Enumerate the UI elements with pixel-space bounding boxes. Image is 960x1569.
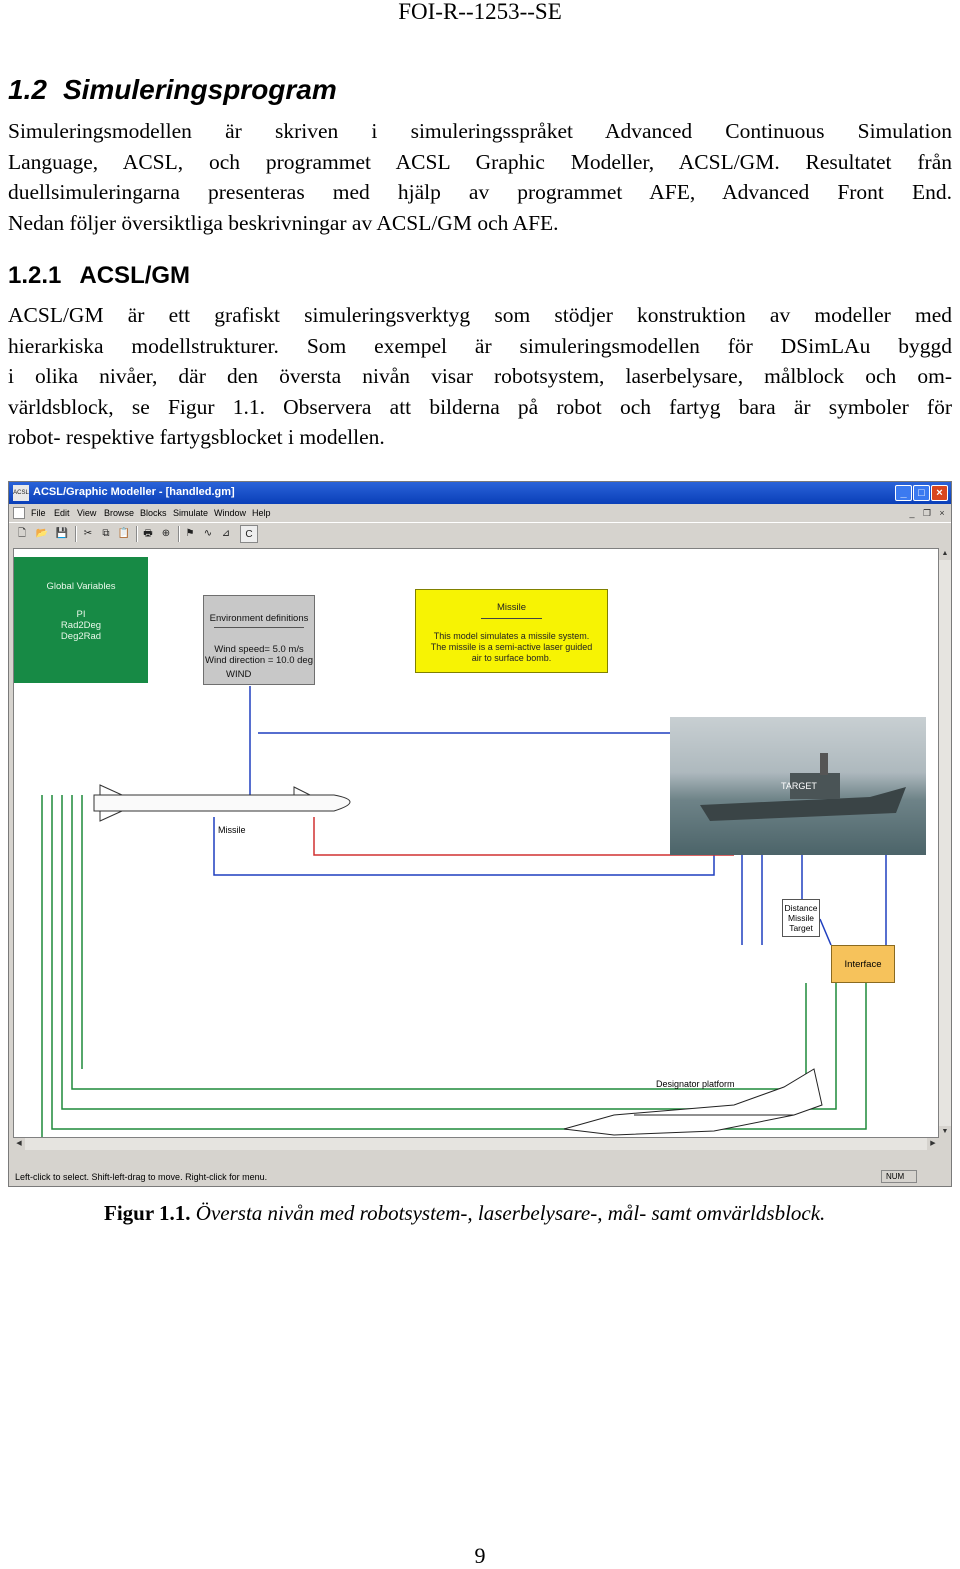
scroll-down-icon[interactable]: ▼ [939,1126,951,1138]
variable-item: PI [76,609,86,620]
target-label: TARGET [781,781,817,791]
plot-icon[interactable]: ∿ [199,525,217,543]
window-title: ACSL/Graphic Modeller - [handled.gm] [33,486,235,498]
paragraph-line: hierarkiska modellstrukturer. Som exempe… [8,333,952,358]
open-folder-icon[interactable]: 📂 [33,525,51,543]
environment-block[interactable]: Environment definitions Wind speed= 5.0 … [203,595,315,685]
paste-icon[interactable]: 📋 [115,525,133,543]
acsl-app-icon: ACSL [13,485,29,501]
new-file-icon[interactable]: 🗋 [13,525,31,543]
missile-description-block[interactable]: Missile This model simulates a missile s… [415,589,608,673]
variable-item: Rad2Deg [60,620,102,631]
missile-label: Missile [218,825,246,835]
page-number: 9 [474,1543,486,1568]
paragraph-line: i olika nivåer, där den översta nivån vi… [8,364,952,388]
c-button[interactable]: C [240,525,258,543]
environment-values: Wind speed= 5.0 m/s Wind direction = 10.… [204,644,314,666]
intro-paragraph: Simuleringsmodellen är skriven i simuler… [8,116,952,238]
paragraph-line: Language, ACSL, och programmet ACSL Grap… [8,149,952,174]
paragraph-line: ACSL/GM är ett grafiskt simuleringsverkt… [8,303,952,327]
scroll-left-icon[interactable]: ◀ [13,1138,25,1150]
variable-list: PI Rad2Deg Deg2Rad [14,609,148,642]
copy-icon[interactable]: ⧉ [97,525,115,543]
cut-icon[interactable]: ✂ [79,525,97,543]
distance-block[interactable]: Distance Missile Target [782,899,820,937]
menubar: File Edit View Browse Blocks Simulate Wi… [9,504,951,522]
distance-line: Distance [784,903,818,913]
connection-line [819,918,832,946]
variable-item: Deg2Rad [60,631,102,642]
mdi-close-icon[interactable]: × [935,507,949,519]
acsl-window-screenshot: ACSL ACSL/Graphic Modeller - [handled.gm… [8,481,952,1187]
description-line: This model simulates a missile system. [433,631,590,641]
document-icon [13,507,25,519]
block-title: Global Variables [46,581,116,592]
designator-label: Designator platform [656,1079,735,1089]
window-titlebar: ACSL ACSL/Graphic Modeller - [handled.gm… [9,482,951,504]
block-title: Environment definitions [209,613,309,624]
global-variables-block[interactable]: Global Variables PI Rad2Deg Deg2Rad [14,557,148,683]
description-line: The missile is a semi-active laser guide… [430,642,593,652]
scroll-up-icon[interactable]: ▲ [939,548,951,560]
section-heading: 1.2 Simuleringsprogram [8,74,337,106]
section-title: Simuleringsprogram [62,74,337,105]
zoom-icon[interactable]: ⊕ [157,525,175,543]
minimize-icon[interactable]: _ [895,485,912,501]
maximize-icon[interactable]: □ [913,485,930,501]
paragraph-line: världsblock, se Figur 1.1. Observera att… [8,394,952,419]
block-title: Missile [496,602,527,613]
statusbar: Left-click to select. Shift-left-drag to… [9,1168,951,1186]
menu-browse[interactable]: Browse [104,508,134,518]
menu-help[interactable]: Help [252,508,271,518]
run-icon[interactable]: ⚑ [181,525,199,543]
save-icon[interactable]: 💾 [53,525,71,543]
description-text: This model simulates a missile system. T… [416,631,607,664]
connection-line [213,817,715,876]
paragraph-line: duellsimuleringarna presenteras med hjäl… [8,180,952,204]
menu-blocks[interactable]: Blocks [140,508,167,518]
report-number-header: FOI-R--1253--SE [398,0,562,24]
horizontal-scrollbar[interactable]: ◀ ▶ [13,1138,939,1150]
menu-simulate[interactable]: Simulate [173,508,208,518]
print-icon[interactable]: 🖶 [139,525,157,543]
acslgm-paragraph: ACSL/GM är ett grafiskt simuleringsverkt… [8,300,952,453]
paragraph-line: Simuleringsmodellen är skriven i simuler… [8,119,952,143]
distance-line: Target [789,923,813,933]
mdi-minimize-icon[interactable]: _ [905,507,919,519]
paragraph-line: robot- respektive fartygsblocket i model… [8,425,385,449]
distance-line: Missile [788,913,814,923]
status-text: Left-click to select. Shift-left-drag to… [15,1172,268,1182]
caption-text: Översta nivån med robotsystem-, laserbel… [195,1201,826,1225]
divider [214,627,304,628]
section-number: 1.2 [8,74,47,105]
toolbar-separator [75,526,77,542]
figure-caption: Figur 1.1. Översta nivån med robotsystem… [104,1201,825,1226]
wind-direction: Wind direction = 10.0 deg [205,655,313,666]
interface-block[interactable]: Interface [831,945,895,983]
menu-edit[interactable]: Edit [54,508,70,518]
missile-symbol [93,784,351,822]
mdi-restore-icon[interactable]: ❐ [920,507,934,519]
toolbar-separator [136,526,138,542]
step-icon[interactable]: ⊿ [217,525,235,543]
toolbar: 🗋 📂 💾 ✂ ⧉ 📋 🖶 ⊕ ⚑ ∿ ⊿ C [9,522,951,545]
menu-window[interactable]: Window [214,508,246,518]
paragraph-line: Nedan följer översiktliga beskrivningar … [8,210,559,235]
scroll-right-icon[interactable]: ▶ [927,1138,939,1150]
close-icon[interactable]: × [931,485,948,501]
vertical-scrollbar[interactable]: ▲ ▼ [939,548,951,1138]
description-line: air to surface bomb. [471,653,552,663]
toolbar-separator [178,526,180,542]
wind-speed: Wind speed= 5.0 m/s [214,644,304,655]
caption-label: Figur 1.1. [104,1201,191,1225]
subsection-heading: 1.2.1 ACSL/GM [8,262,190,290]
wind-port-label: WIND [226,669,252,680]
divider [481,618,542,619]
subsection-title: ACSL/GM [79,262,191,289]
menu-file[interactable]: File [31,508,46,518]
model-canvas: Global Variables PI Rad2Deg Deg2Rad Envi… [13,548,939,1138]
subsection-number: 1.2.1 [8,262,62,289]
num-lock-indicator: NUM [881,1170,917,1183]
menu-view[interactable]: View [77,508,96,518]
